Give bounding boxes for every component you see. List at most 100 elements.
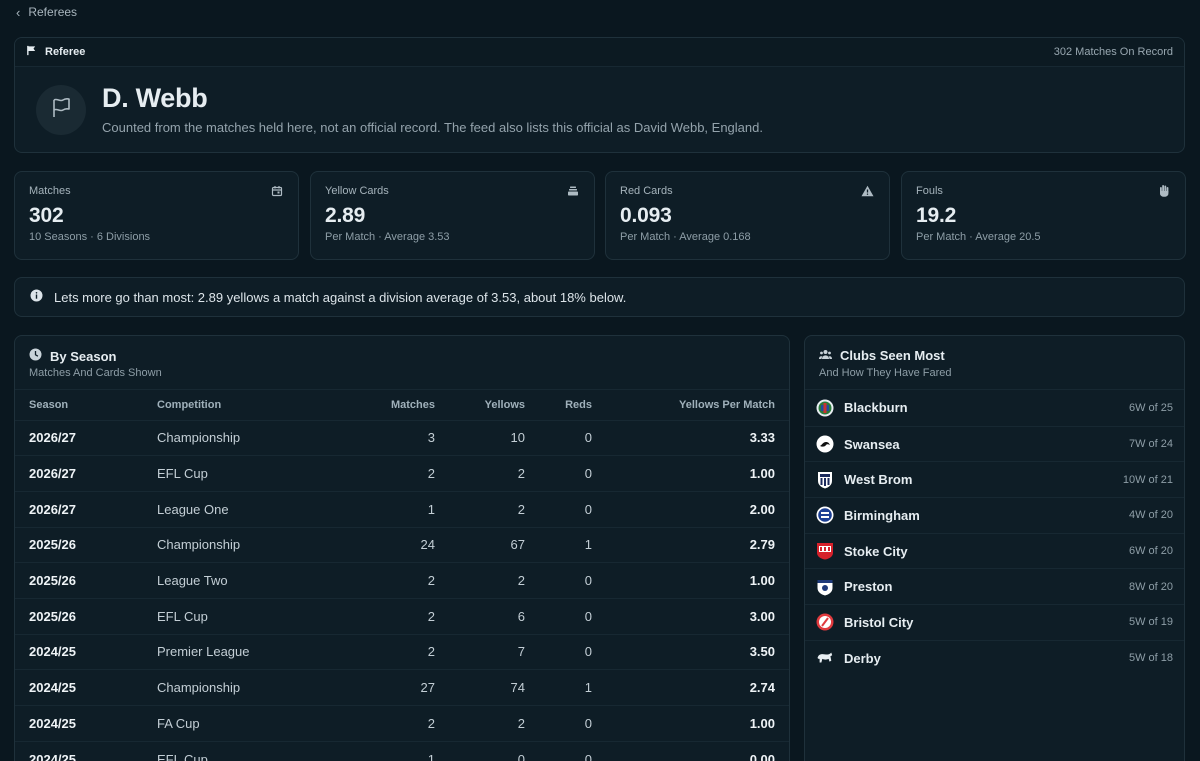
referee-header-card: Referee 302 Matches On Record D. Webb Co… <box>14 37 1185 153</box>
club-record: 5W of 19 <box>1128 616 1173 629</box>
club-record: 7W of 24 <box>1128 438 1173 451</box>
table-row[interactable]: 2024/25 FA Cup 2 2 0 1.00 <box>15 705 789 742</box>
clubs-seen-most-panel: Clubs Seen Most And How They Have Fared … <box>804 335 1185 761</box>
competition-cell: League Two <box>143 562 313 599</box>
stoke-city-crest-icon <box>816 542 834 560</box>
column-header-matches[interactable]: Matches <box>313 390 449 420</box>
reds-cell: 0 <box>539 633 606 670</box>
competition-cell: League One <box>143 490 313 528</box>
derby-crest-icon <box>816 649 834 667</box>
club-row[interactable]: Preston 8W of 20 <box>805 568 1184 604</box>
matches-on-record: 302 Matches On Record <box>1053 46 1173 58</box>
bristol-city-crest-icon <box>816 613 834 631</box>
stat-card-yellow-cards: Yellow Cards 2.89 Per Match · Average 3.… <box>310 171 595 260</box>
competition-cell: EFL Cup <box>143 455 313 492</box>
back-link-referees[interactable]: ‹ Referees <box>16 5 77 19</box>
club-record: 6W of 20 <box>1128 545 1173 558</box>
yellows-per-match-cell: 3.33 <box>606 419 789 456</box>
club-row[interactable]: Derby 5W of 18 <box>805 639 1184 676</box>
card-stack-icon <box>567 184 579 202</box>
season-cell: 2024/25 <box>15 669 143 706</box>
season-cell: 2025/26 <box>15 597 143 635</box>
club-record: 10W of 21 <box>1122 473 1173 486</box>
stat-value: 19.2 <box>916 204 957 227</box>
stat-label: Matches <box>29 185 71 197</box>
yellows-cell: 2 <box>449 490 539 528</box>
reds-cell: 0 <box>539 597 606 635</box>
club-row[interactable]: Swansea 7W of 24 <box>805 425 1184 462</box>
season-cell: 2024/25 <box>15 633 143 670</box>
club-name: Blackburn <box>844 400 908 416</box>
column-header-season[interactable]: Season <box>15 390 143 420</box>
reds-cell: 0 <box>539 705 606 742</box>
table-row[interactable]: 2026/27 Championship 3 10 0 3.33 <box>15 419 789 456</box>
competition-cell: EFL Cup <box>143 597 313 635</box>
table-row[interactable]: 2026/27 League One 1 2 0 2.00 <box>15 490 789 528</box>
calendar-icon <box>271 184 283 202</box>
info-icon <box>30 289 43 305</box>
matches-cell: 2 <box>313 597 449 635</box>
referee-note: Counted from the matches held here, not … <box>102 120 763 135</box>
club-row[interactable]: Blackburn 6W of 25 <box>805 390 1184 426</box>
reds-cell: 0 <box>539 490 606 528</box>
back-link-label: Referees <box>28 5 78 19</box>
club-name: West Brom <box>844 472 913 488</box>
table-row[interactable]: 2025/26 EFL Cup 2 6 0 3.00 <box>15 597 789 635</box>
table-row[interactable]: 2024/25 Premier League 2 7 0 3.50 <box>15 633 789 670</box>
club-list: Blackburn 6W of 25 Swansea 7W of 24 West Bro… <box>805 390 1184 676</box>
matches-cell: 27 <box>313 669 449 706</box>
club-record: 5W of 18 <box>1128 652 1173 665</box>
competition-cell: Championship <box>143 526 313 563</box>
stat-label: Yellow Cards <box>325 185 389 197</box>
club-row[interactable]: West Brom 10W of 21 <box>805 461 1184 497</box>
season-cell: 2025/26 <box>15 526 143 563</box>
stat-sub: 10 Seasons · 6 Divisions <box>29 231 151 243</box>
yellows-cell: 10 <box>449 419 539 456</box>
by-season-panel: By Season Matches And Cards Shown Season… <box>14 335 790 761</box>
column-header-yellows-per-match[interactable]: Yellows Per Match <box>606 390 789 420</box>
by-season-title: By Season <box>50 348 117 364</box>
column-header-competition[interactable]: Competition <box>143 390 313 420</box>
season-cell: 2026/27 <box>15 419 143 456</box>
yellows-cell: 67 <box>449 526 539 563</box>
season-cell: 2024/25 <box>15 705 143 742</box>
club-row[interactable]: Birmingham 4W of 20 <box>805 497 1184 533</box>
info-banner: Lets more go than most: 2.89 yellows a m… <box>14 277 1185 317</box>
yellows-per-match-cell: 3.50 <box>606 633 789 670</box>
clubs-title: Clubs Seen Most <box>840 348 945 363</box>
reds-cell: 1 <box>539 526 606 563</box>
yellows-cell: 74 <box>449 669 539 706</box>
table-row[interactable]: 2025/26 Championship 24 67 1 2.79 <box>15 526 789 563</box>
stat-sub: Per Match · Average 20.5 <box>916 231 1041 243</box>
column-header-yellows[interactable]: Yellows <box>449 390 539 420</box>
flag-icon <box>26 45 37 59</box>
preston-crest-icon <box>816 578 834 596</box>
yellows-per-match-cell: 2.74 <box>606 669 789 706</box>
by-season-table: Season Competition Matches Yellows Reds … <box>15 390 789 761</box>
yellows-per-match-cell: 2.00 <box>606 490 789 528</box>
matches-cell: 24 <box>313 526 449 563</box>
competition-cell: Premier League <box>143 633 313 670</box>
club-row[interactable]: Bristol City 5W of 19 <box>805 604 1184 640</box>
table-row[interactable]: 2025/26 League Two 2 2 0 1.00 <box>15 562 789 599</box>
reds-cell: 0 <box>539 740 606 761</box>
table-row[interactable]: 2026/27 EFL Cup 2 2 0 1.00 <box>15 455 789 492</box>
chevron-left-icon: ‹ <box>16 4 21 20</box>
season-cell: 2026/27 <box>15 490 143 528</box>
season-cell: 2025/26 <box>15 562 143 599</box>
column-header-reds[interactable]: Reds <box>539 390 606 420</box>
matches-cell: 2 <box>313 455 449 492</box>
club-name: Stoke City <box>844 543 908 559</box>
competition-cell: FA Cup <box>143 705 313 742</box>
warning-icon <box>861 184 874 202</box>
yellows-per-match-cell: 2.79 <box>606 526 789 563</box>
season-cell: 2024/25 <box>15 740 143 761</box>
club-row[interactable]: Stoke City 6W of 20 <box>805 532 1184 569</box>
stat-value: 2.89 <box>325 204 366 227</box>
table-row[interactable]: 2024/25 EFL Cup 1 0 0 0.00 <box>15 740 789 761</box>
table-row[interactable]: 2024/25 Championship 27 74 1 2.74 <box>15 669 789 706</box>
competition-cell: Championship <box>143 419 313 456</box>
blackburn-crest-icon <box>816 399 834 417</box>
yellows-per-match-cell: 0.00 <box>606 740 789 761</box>
stat-card-matches: Matches 302 10 Seasons · 6 Divisions <box>14 171 299 260</box>
